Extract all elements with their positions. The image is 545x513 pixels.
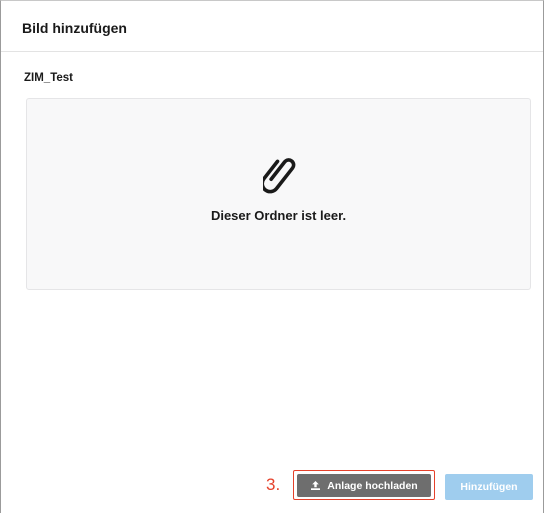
- upload-icon: [310, 480, 321, 491]
- step-annotation: 3.: [266, 475, 281, 494]
- add-button-label: Hinzufügen: [460, 481, 518, 493]
- paperclip-icon: [260, 153, 297, 199]
- empty-folder-message: Dieser Ordner ist leer.: [210, 208, 347, 223]
- dialog-header: Bild hinzufügen: [1, 1, 543, 52]
- empty-folder-area: Dieser Ordner ist leer.: [26, 98, 531, 290]
- upload-button-label: Anlage hochladen: [327, 479, 418, 492]
- dialog-title: Bild hinzufügen: [22, 20, 127, 36]
- folder-name: ZIM_Test: [24, 72, 73, 84]
- upload-attachment-button[interactable]: Anlage hochladen: [297, 474, 431, 497]
- add-image-dialog: Bild hinzufügen ZIM_Test Dieser Ordner i…: [0, 0, 544, 513]
- add-button[interactable]: Hinzufügen: [445, 474, 533, 500]
